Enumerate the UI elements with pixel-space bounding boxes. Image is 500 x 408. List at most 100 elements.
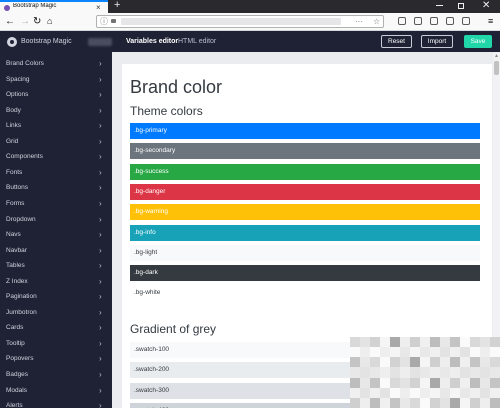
sidebar-item[interactable]: Badges › [0,368,112,383]
maximize-icon[interactable] [458,3,464,9]
lock-icon [111,19,116,23]
sidebar-item-label: Z Index [6,277,28,285]
extension-icon[interactable] [430,17,438,25]
import-button[interactable]: Import [421,35,453,48]
sidebar-item[interactable]: Cards › [0,321,112,336]
chevron-right-icon: › [99,401,102,408]
sidebar-item[interactable]: Dropdown › [0,213,112,228]
save-button[interactable]: Save [464,35,492,48]
new-tab-button[interactable]: + [114,0,120,12]
sidebar-item[interactable]: Tooltip › [0,337,112,352]
theme-color-swatch: .bg-primary [130,123,480,139]
sidebar-item[interactable]: Forms › [0,197,112,212]
chevron-right-icon: › [99,385,102,395]
hamburger-menu-icon[interactable]: ≡ [488,16,493,27]
sidebar-item[interactable]: Body › [0,104,112,119]
sidebar-item[interactable]: Modals › [0,384,112,399]
tab-title: Bootstrap Magic [13,3,57,9]
chevron-right-icon: › [99,354,102,364]
app-title: Bootstrap Magic [21,38,72,45]
chevron-right-icon: › [99,167,102,177]
home-icon[interactable]: ⌂ [47,15,52,28]
back-icon[interactable]: ← [5,15,15,28]
sidebar: Brand Colors › Spacing › Options › Body › Links ›… [0,52,112,408]
sidebar-item[interactable]: Navs › [0,228,112,243]
sidebar-item-label: Popovers [6,355,34,363]
swatch-label: .bg-secondary [134,147,176,155]
sidebar-item[interactable]: Fonts › [0,166,112,181]
chevron-right-icon: › [99,292,102,302]
chevron-right-icon: › [99,261,102,271]
sidebar-item[interactable]: Pagination › [0,290,112,305]
library-icon[interactable] [398,17,406,25]
sidebar-item[interactable]: Links › [0,119,112,134]
reset-button[interactable]: Reset [381,35,412,48]
sidebar-item-label: Body [6,106,21,114]
swatch-label: .swatch-100 [134,346,170,353]
theme-color-swatch: .bg-light [130,244,480,261]
sidebar-item-label: Grid [6,137,19,145]
sidebar-item[interactable]: Tables › [0,259,112,274]
sidebar-item[interactable]: Jumbotron › [0,306,112,321]
chevron-right-icon: › [99,198,102,208]
page-title: Brand color [130,77,223,97]
chevron-right-icon: › [99,74,102,84]
page-actions-icon[interactable]: ··· [355,16,363,27]
sidebar-icon[interactable] [414,17,422,25]
sidebar-item[interactable]: Grid › [0,135,112,150]
sidebar-item[interactable]: Components › [0,150,112,165]
theme-color-swatch: .bg-info [130,224,480,241]
swatch-label: .bg-dark [134,269,158,277]
sidebar-item-label: Brand Colors [6,60,44,67]
sidebar-item-label: Tables [6,262,25,270]
app-header: Bootstrap Magic Variables editor HTML ed… [0,31,500,52]
chevron-right-icon: › [99,323,102,333]
scrollbar-thumb[interactable] [494,61,499,75]
url-text-redacted[interactable] [121,18,341,25]
sidebar-item-label: Cards [6,324,24,332]
sidebar-item[interactable]: Spacing › [0,73,112,88]
sidebar-item[interactable]: Buttons › [0,181,112,196]
tab-close-icon[interactable]: × [96,2,101,13]
sidebar-item[interactable]: Popovers › [0,352,112,367]
chevron-right-icon: › [99,59,102,68]
chevron-right-icon: › [99,276,102,286]
sidebar-item-label: Modals [6,386,27,394]
tab-variables-editor[interactable]: Variables editor [126,36,178,47]
chevron-right-icon: › [99,183,102,193]
sidebar-item[interactable]: Brand Colors › [0,57,112,72]
chevron-right-icon: › [99,214,102,224]
screenshot-icon[interactable] [446,17,454,25]
tab-html-editor[interactable]: HTML editor [178,36,216,47]
section-heading-theme: Theme colors [130,104,203,118]
swatch-label: .bg-success [134,167,169,175]
swatch-label: .bg-warning [134,208,168,216]
sidebar-item-label: Tooltip [6,339,25,347]
account-icon[interactable] [462,17,470,25]
browser-tab[interactable]: Bootstrap Magic × [0,0,108,13]
chevron-right-icon: › [99,152,102,162]
sidebar-item-label: Jumbotron [6,308,37,316]
window-close-icon[interactable]: ✕ [482,0,490,12]
sidebar-item[interactable]: Z Index › [0,275,112,290]
reload-icon[interactable]: ↻ [33,15,41,28]
swatch-label: .bg-primary [134,127,167,134]
sidebar-item-label: Options [6,91,29,99]
swatch-label: .swatch-300 [134,386,170,394]
section-heading-grey: Gradient of grey [130,322,217,336]
browser-toolbar: ← → ↻ ⌂ ⓘ ··· ☆ ≡ [0,13,500,31]
theme-color-swatch: .bg-secondary [130,143,480,160]
sidebar-item-label: Fonts [6,168,23,176]
sidebar-item[interactable]: Navbar › [0,244,112,259]
sidebar-item[interactable]: Alerts › [0,399,112,408]
bookmark-star-icon[interactable]: ☆ [373,16,380,27]
sidebar-item[interactable]: Options › [0,88,112,103]
scroll-up-icon[interactable]: ▲ [494,53,499,59]
url-bar[interactable]: ⓘ ··· ☆ [96,15,384,28]
sidebar-item-label: Navs [6,231,21,239]
sidebar-item-label: Spacing [6,75,30,83]
chevron-right-icon: › [99,136,102,146]
info-icon[interactable]: ⓘ [100,16,108,27]
forward-icon[interactable]: → [20,15,30,28]
minimize-icon[interactable] [436,5,443,6]
